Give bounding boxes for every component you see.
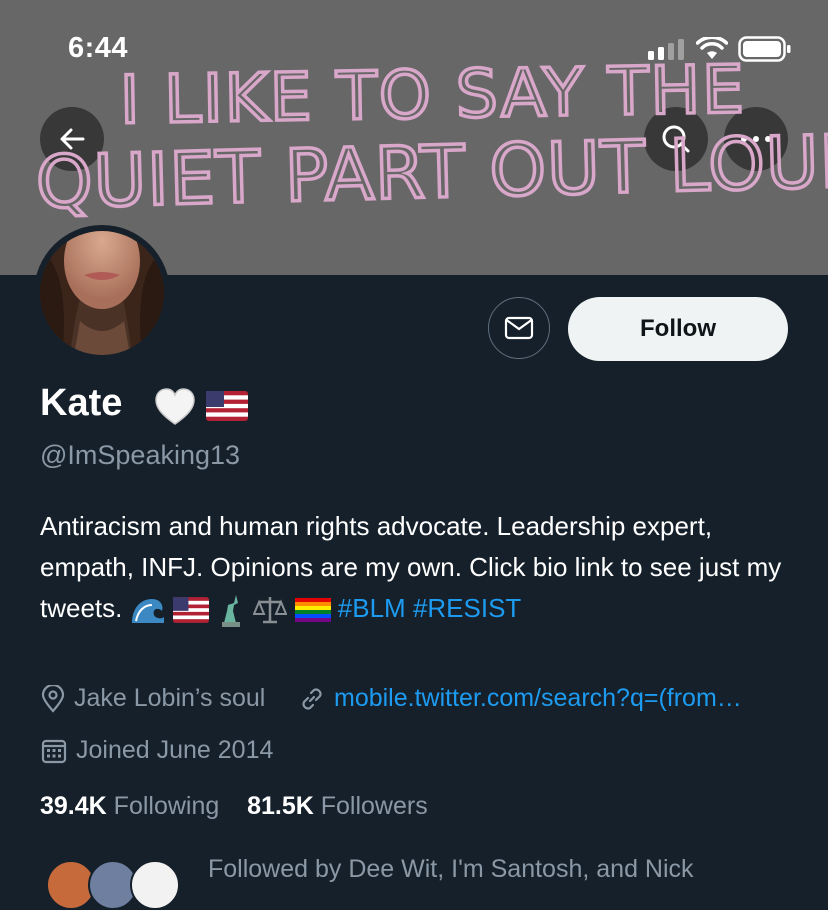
website[interactable]: mobile.twitter.com/search?q=(from…	[298, 684, 742, 713]
location: Jake Lobin’s soul	[40, 684, 265, 713]
hashtag-resist[interactable]: #RESIST	[413, 593, 521, 623]
website-link[interactable]: mobile.twitter.com/search?q=(from…	[334, 684, 742, 713]
rainbow-flag-emoji	[294, 598, 331, 623]
followers-stat[interactable]: 81.5K Followers	[247, 792, 428, 820]
calendar-icon	[41, 739, 67, 763]
following-stat[interactable]: 39.4K Following	[40, 792, 219, 820]
white-heart-emoji	[155, 388, 195, 425]
followers-count: 81.5K	[247, 792, 314, 820]
joined-text: Joined June 2014	[76, 736, 274, 764]
hashtag-blm[interactable]: #BLM	[338, 593, 406, 623]
location-text: Jake Lobin’s soul	[74, 684, 266, 712]
scales-emoji	[253, 597, 288, 624]
bio: Antiracism and human rights advocate. Le…	[40, 506, 800, 629]
mail-icon	[504, 316, 534, 340]
followed-by-text[interactable]: Followed by Dee Wit, I'm Santosh, and Ni…	[208, 855, 694, 884]
link-icon	[302, 687, 322, 710]
following-label: Following	[113, 792, 220, 820]
statue-of-liberty-emoji	[222, 595, 241, 628]
follow-stats: 39.4K Following 81.5K Followers	[40, 792, 428, 821]
followers-label: Followers	[320, 792, 428, 820]
follower-avatar[interactable]	[130, 860, 180, 910]
handle: @ImSpeaking13	[40, 440, 241, 470]
message-button[interactable]	[488, 297, 550, 359]
wave-emoji	[131, 599, 164, 624]
us-flag-emoji	[172, 597, 209, 623]
us-flag-emoji	[206, 391, 248, 421]
joined-date: Joined June 2014	[40, 736, 273, 765]
location-icon	[41, 684, 65, 713]
follow-button[interactable]: Follow	[568, 297, 788, 361]
avatar[interactable]	[34, 225, 170, 361]
avatar-photo	[40, 231, 164, 355]
display-name: Kate	[40, 382, 123, 424]
following-count: 39.4K	[40, 792, 107, 820]
